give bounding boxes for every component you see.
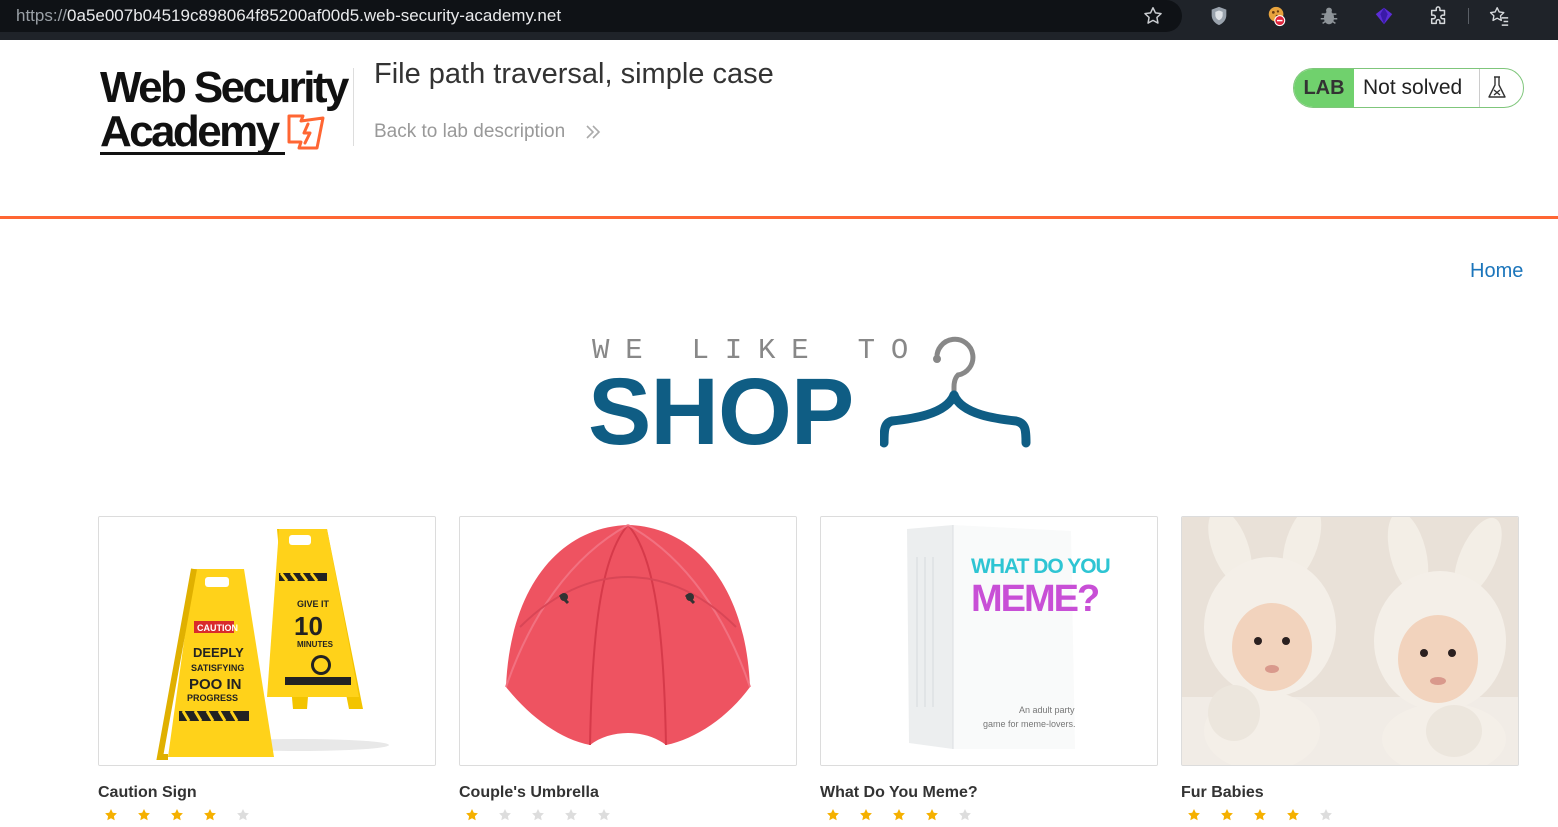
- lab-status-widget[interactable]: LAB Not solved: [1293, 68, 1524, 108]
- star-filled-icon: [203, 808, 217, 822]
- lab-widget-divider: [1479, 69, 1480, 107]
- star-empty-icon: [958, 808, 972, 822]
- star-empty-icon: [531, 808, 545, 822]
- star-empty-icon: [597, 808, 611, 822]
- star-filled-icon: [826, 808, 840, 822]
- shield-extension-icon[interactable]: [1208, 5, 1230, 27]
- flask-icon: [1488, 76, 1506, 98]
- url-scheme: https://: [16, 6, 68, 25]
- product-image-fur-babies[interactable]: [1181, 516, 1519, 766]
- browser-toolbar: https://0a5e007b04519c898064f85200af00d5…: [0, 0, 1558, 40]
- svg-text:GIVE IT: GIVE IT: [297, 599, 330, 609]
- url-host: 0a5e007b04519c898064f85200af00d5.web-sec…: [67, 6, 562, 25]
- star-filled-icon: [104, 808, 118, 822]
- star-filled-icon: [137, 808, 151, 822]
- lab-title: File path traversal, simple case: [374, 58, 774, 90]
- star-filled-icon: [925, 808, 939, 822]
- bug-extension-icon[interactable]: [1318, 5, 1340, 27]
- rating-what-do-you-meme: [826, 808, 991, 822]
- rating-caution-sign: [104, 808, 269, 822]
- puzzle-extensions-icon[interactable]: [1428, 5, 1450, 27]
- star-empty-icon: [236, 808, 250, 822]
- star-filled-icon: [465, 808, 479, 822]
- rating-fur-babies: [1187, 808, 1352, 822]
- clothes-hanger-icon: [880, 336, 1031, 448]
- star-filled-icon: [892, 808, 906, 822]
- star-icon[interactable]: [1142, 5, 1164, 27]
- web-security-academy-logo[interactable]: Web Security Academy: [100, 64, 350, 156]
- star-filled-icon: [170, 808, 184, 822]
- toolbar-divider: [1468, 8, 1469, 24]
- favorites-icon[interactable]: [1488, 5, 1510, 27]
- meme-box-title-line2: MEME?: [971, 578, 1099, 620]
- star-filled-icon: [1187, 808, 1201, 822]
- meme-box-tagline-line1: An adult party: [1019, 705, 1075, 715]
- svg-text:CAUTION: CAUTION: [197, 623, 238, 633]
- product-image-caution-sign[interactable]: GIVE IT 10 MINUTES CAUTION DEEPLY SATISF…: [98, 516, 436, 766]
- star-empty-icon: [1319, 808, 1333, 822]
- logo-underline: [100, 152, 285, 155]
- back-to-lab-description-link[interactable]: Back to lab description: [374, 121, 565, 143]
- url-text[interactable]: https://0a5e007b04519c898064f85200af00d5…: [16, 6, 561, 26]
- svg-text:SATISFYING: SATISFYING: [191, 663, 244, 673]
- star-empty-icon: [498, 808, 512, 822]
- header-divider: [353, 68, 354, 146]
- product-image-what-do-you-meme[interactable]: WHAT DO YOU MEME? An adult party game fo…: [820, 516, 1158, 766]
- header-orange-rule: [0, 216, 1558, 219]
- product-name-fur-babies[interactable]: Fur Babies: [1181, 784, 1264, 802]
- star-filled-icon: [1220, 808, 1234, 822]
- address-bar[interactable]: https://0a5e007b04519c898064f85200af00d5…: [0, 0, 1182, 32]
- product-name-couples-umbrella[interactable]: Couple's Umbrella: [459, 784, 599, 802]
- purple-gem-extension-icon[interactable]: [1373, 5, 1395, 27]
- svg-text:10: 10: [294, 611, 323, 641]
- lab-badge: LAB: [1294, 69, 1354, 107]
- product-name-caution-sign[interactable]: Caution Sign: [98, 784, 197, 802]
- star-empty-icon: [564, 808, 578, 822]
- meme-box-tagline-line2: game for meme-lovers.: [983, 719, 1076, 729]
- banner-title: SHOP: [588, 359, 854, 465]
- product-image-couples-umbrella[interactable]: [459, 516, 797, 766]
- logo-text-line1: Web Security: [100, 63, 349, 112]
- double-chevron-right-icon[interactable]: [584, 122, 602, 142]
- svg-text:POO IN: POO IN: [189, 676, 242, 693]
- star-filled-icon: [859, 808, 873, 822]
- rating-couples-umbrella: [465, 808, 630, 822]
- home-link[interactable]: Home: [1470, 260, 1523, 283]
- logo-lightning-mark-icon: [287, 114, 325, 150]
- svg-text:MINUTES: MINUTES: [297, 640, 334, 649]
- svg-text:DEEPLY: DEEPLY: [193, 645, 244, 660]
- cookie-blocker-extension-icon[interactable]: [1266, 5, 1288, 27]
- star-filled-icon: [1253, 808, 1267, 822]
- product-name-what-do-you-meme[interactable]: What Do You Meme?: [820, 784, 978, 802]
- lab-status-text: Not solved: [1363, 76, 1463, 99]
- svg-text:PROGRESS: PROGRESS: [187, 693, 238, 703]
- meme-box-title-line1: WHAT DO YOU: [971, 555, 1110, 578]
- star-filled-icon: [1286, 808, 1300, 822]
- logo-text-line2: Academy: [100, 107, 280, 156]
